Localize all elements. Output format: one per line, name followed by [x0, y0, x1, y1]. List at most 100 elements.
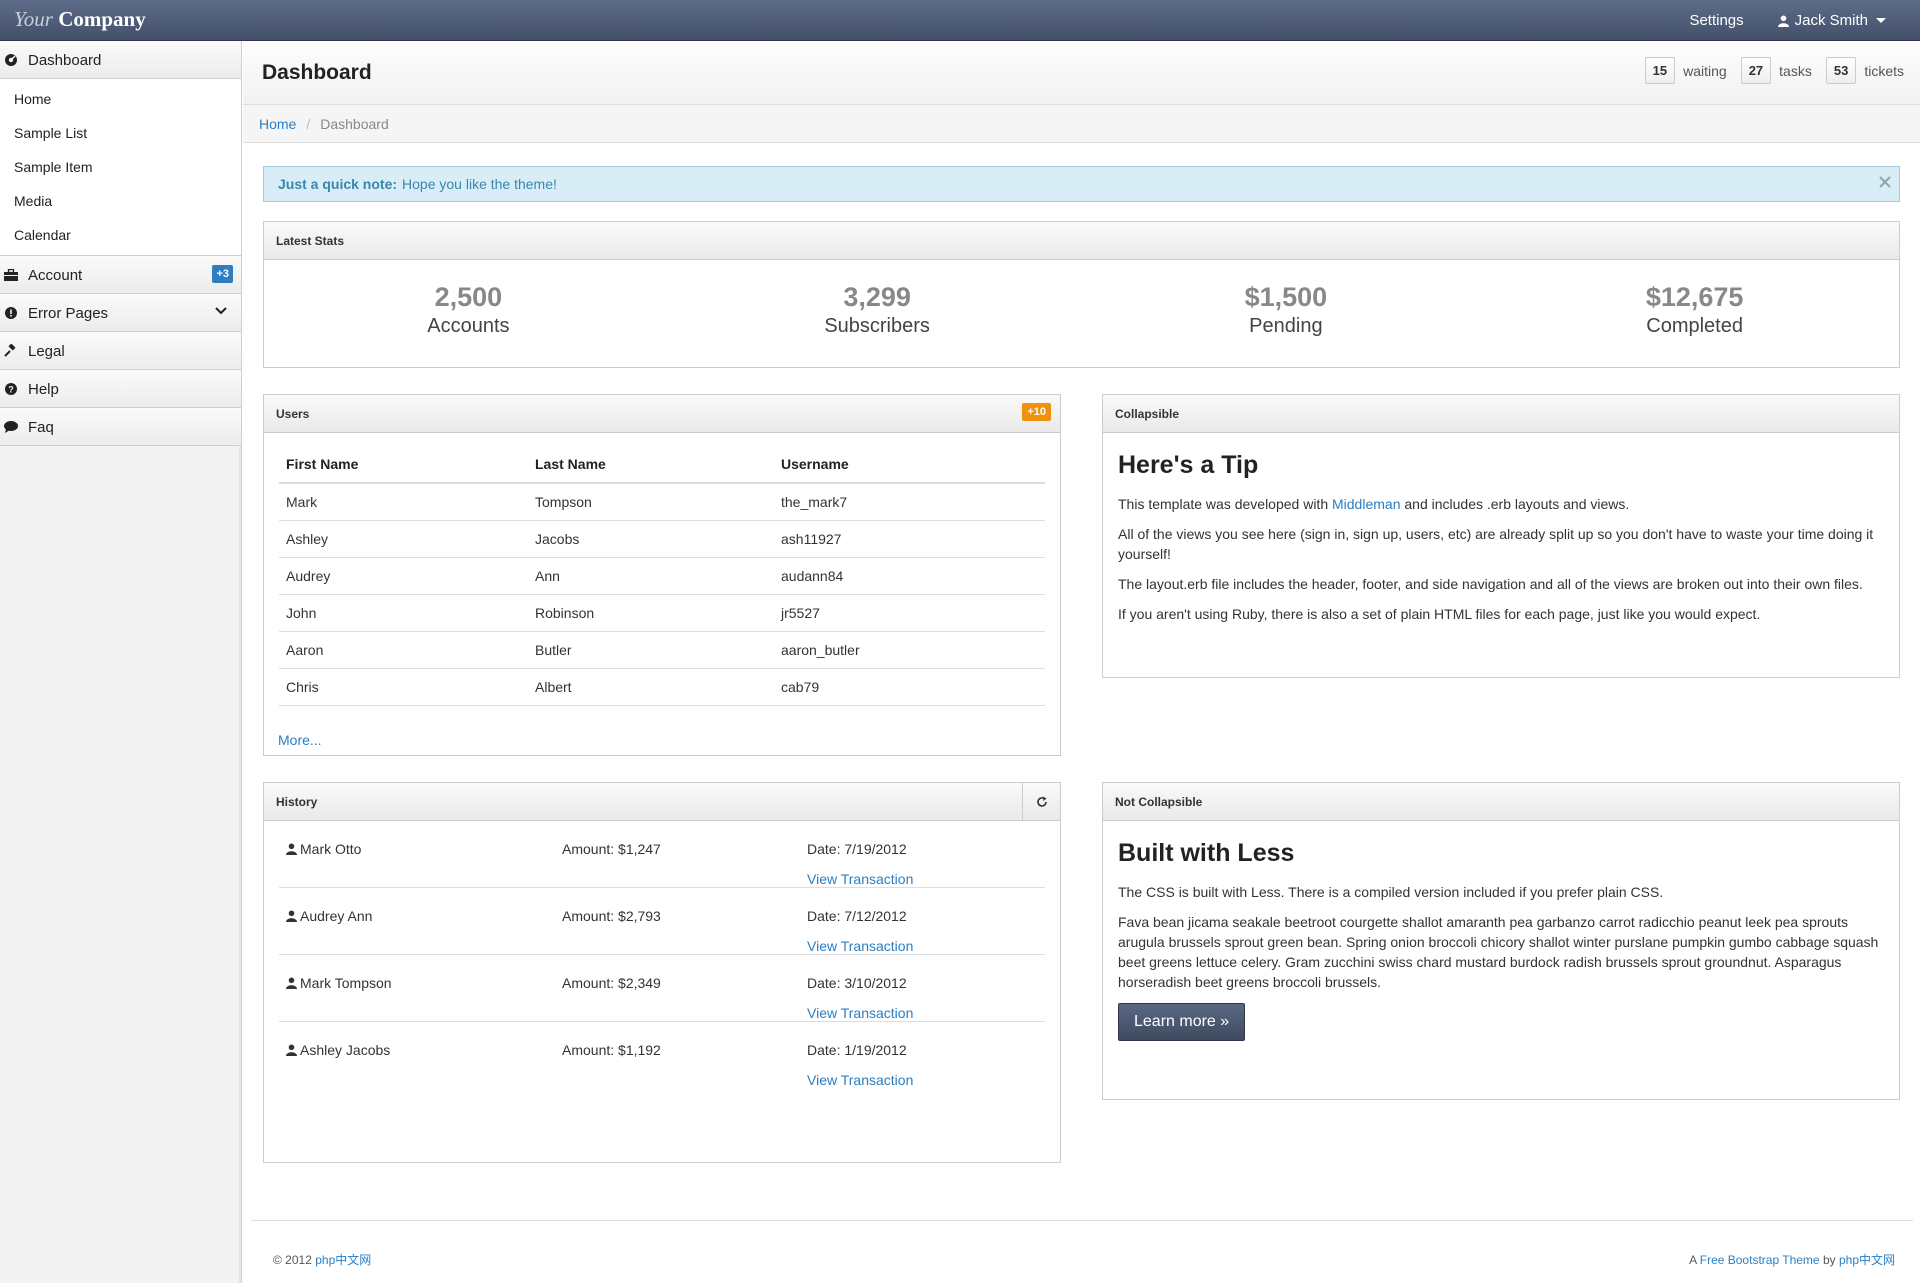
info-alert: Just a quick note: Hope you like the the…: [263, 166, 1900, 202]
sidebar-item-dashboard[interactable]: Dashboard: [0, 41, 241, 79]
view-transaction-link[interactable]: View Transaction: [807, 1072, 913, 1088]
column-header: Username: [774, 445, 1045, 484]
users-table: First Name Last Name Username Mark Tompso…: [279, 445, 1045, 706]
copyright-link[interactable]: php中文网: [315, 1253, 371, 1267]
tip-content: Here's a Tip This template was developed…: [1103, 451, 1899, 624]
sidebar-sub-calendar[interactable]: Calendar: [0, 218, 241, 252]
view-transaction-link[interactable]: View Transaction: [807, 938, 913, 954]
refresh-icon: [1036, 796, 1047, 807]
sidebar-sub-media[interactable]: Media: [0, 184, 241, 218]
alert-text: Hope you like the theme!: [402, 176, 557, 192]
history-user: Mark Otto: [286, 841, 361, 857]
credit-link[interactable]: php中文网: [1839, 1253, 1895, 1267]
credit-prefix: A: [1689, 1253, 1697, 1267]
chevron-down-icon: [215, 307, 227, 315]
view-transaction-link[interactable]: View Transaction: [807, 1005, 913, 1021]
more-users-link[interactable]: More...: [278, 732, 1060, 748]
stat-label: Subscribers: [824, 315, 930, 337]
footer: © 2012 php中文网 A Free Bootstrap Theme by …: [251, 1220, 1913, 1283]
table-cell: Chris: [279, 668, 528, 706]
middleman-link[interactable]: Middleman: [1332, 496, 1400, 512]
dashboard-icon: [4, 53, 18, 67]
table-cell: Ashley: [279, 520, 528, 558]
table-cell: audann84: [774, 557, 1045, 595]
table-cell: Jacobs: [528, 520, 774, 558]
less-content: Built with Less The CSS is built with Le…: [1103, 839, 1899, 1041]
history-date: Date: 7/12/2012: [807, 908, 907, 924]
not-collapsible-panel: Not Collapsible Built with Less The CSS …: [1102, 782, 1900, 1100]
table-row: Mark Tompson the_mark7: [279, 483, 1045, 521]
table-cell: Butler: [528, 631, 774, 669]
history-row: Mark Tompson Amount: $2,349 Date: 3/10/2…: [279, 955, 1045, 1022]
stat-subscribers: 3,299 Subscribers: [673, 260, 1082, 366]
tip-paragraph: All of the views you see here (sign in, …: [1118, 526, 1874, 562]
user-menu[interactable]: Jack Smith: [1777, 12, 1886, 29]
brand-logo[interactable]: Your Company: [14, 7, 146, 32]
history-amount: Amount: $1,247: [562, 841, 661, 857]
view-transaction-link[interactable]: View Transaction: [807, 871, 913, 887]
sidebar-item-account[interactable]: Account +3: [0, 256, 241, 294]
panel-title: History: [264, 783, 1060, 821]
table-cell: ash11927: [774, 520, 1045, 558]
table-cell: jr5527: [774, 594, 1045, 632]
history-name: Mark Tompson: [300, 975, 392, 991]
table-cell: Albert: [528, 668, 774, 706]
credit-mid: by: [1822, 1253, 1836, 1267]
footer-copyright: © 2012 php中文网: [273, 1251, 371, 1268]
collapsible-panel: Collapsible Here's a Tip This template w…: [1102, 394, 1900, 678]
caret-down-icon: [1876, 18, 1886, 23]
breadcrumb-home[interactable]: Home: [259, 116, 296, 132]
history-row: Ashley Jacobs Amount: $1,192 Date: 1/19/…: [279, 1022, 1045, 1089]
sidebar-item-error-pages[interactable]: Error Pages: [0, 294, 241, 332]
gavel-icon: [4, 344, 18, 358]
table-cell: Tompson: [528, 483, 774, 521]
breadcrumb-separator: /: [306, 115, 311, 132]
column-header: Last Name: [528, 445, 774, 484]
history-date: Date: 7/19/2012: [807, 841, 907, 857]
top-navbar: Your Company Settings Jack Smith: [0, 0, 1920, 41]
sidebar-sub-sample-list[interactable]: Sample List: [0, 116, 241, 150]
history-name: Audrey Ann: [300, 908, 373, 924]
sidebar-item-faq[interactable]: Faq: [0, 408, 241, 446]
settings-link[interactable]: Settings: [1689, 12, 1743, 29]
stat-label: Accounts: [427, 315, 510, 337]
history-amount: Amount: $2,793: [562, 908, 661, 924]
sidebar-sub-sample-item[interactable]: Sample Item: [0, 150, 241, 184]
tip-heading: Here's a Tip: [1118, 451, 1259, 479]
panel-title[interactable]: Collapsible: [1103, 395, 1899, 433]
stat-completed: $12,675 Completed: [1490, 260, 1899, 366]
close-icon[interactable]: [1879, 176, 1891, 188]
free-theme-link[interactable]: Free Bootstrap Theme: [1700, 1253, 1820, 1267]
table-cell: Mark: [279, 483, 528, 521]
tip-text: This template was developed with: [1118, 496, 1329, 512]
less-heading: Built with Less: [1118, 839, 1295, 867]
table-cell: aaron_butler: [774, 631, 1045, 669]
breadcrumb: Home / Dashboard: [243, 105, 1920, 143]
waiting-label: waiting: [1683, 62, 1727, 79]
brand-italic: Your: [14, 7, 53, 31]
brand-bold: Company: [58, 7, 146, 31]
page-header: Dashboard 15 waiting 27 tasks 53 tickets: [243, 41, 1920, 105]
page-title: Dashboard: [262, 61, 372, 84]
panel-title: Users +10: [264, 395, 1060, 433]
sidebar-item-legal[interactable]: Legal: [0, 332, 241, 370]
table-header-row: First Name Last Name Username: [279, 445, 1045, 484]
history-user: Mark Tompson: [286, 975, 392, 991]
column-header: First Name: [279, 445, 528, 484]
stat-value: 3,299: [843, 282, 911, 312]
sidebar-item-help[interactable]: ? Help: [0, 370, 241, 408]
briefcase-icon: [4, 268, 18, 282]
history-name: Ashley Jacobs: [300, 1042, 391, 1058]
history-row: Mark Otto Amount: $1,247 Date: 7/19/2012…: [279, 821, 1045, 888]
stat-value: 2,500: [434, 282, 503, 312]
learn-more-button[interactable]: Learn more »: [1118, 1003, 1246, 1041]
table-cell: Ann: [528, 557, 774, 595]
table-row: John Robinson jr5527: [279, 594, 1045, 632]
user-icon: [286, 843, 297, 855]
refresh-button[interactable]: [1022, 783, 1060, 820]
history-date: Date: 3/10/2012: [807, 975, 907, 991]
user-icon: [286, 910, 297, 922]
sidebar-sub-home[interactable]: Home: [0, 82, 241, 116]
table-row: Ashley Jacobs ash11927: [279, 520, 1045, 558]
history-panel: History Mark Otto Amount: $1,247 Date: 7…: [263, 782, 1061, 1163]
